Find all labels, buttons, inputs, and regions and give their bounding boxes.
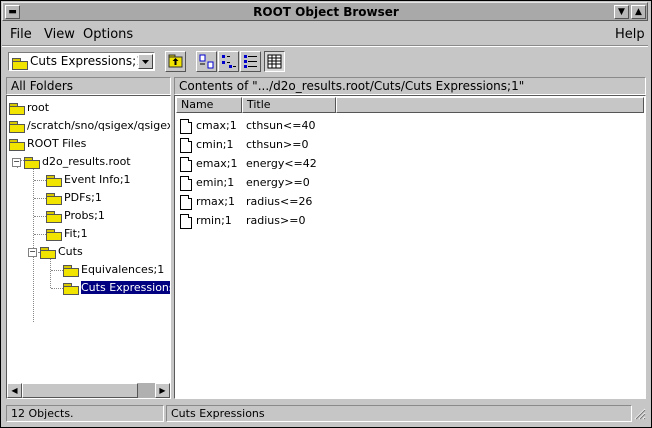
menu-options[interactable]: Options (83, 27, 133, 42)
tree-line (34, 216, 46, 217)
small-icons-icon (222, 55, 236, 68)
scroll-right-button[interactable]: ▶ (155, 383, 170, 398)
list-item[interactable]: emin;1 energy>=0 (180, 173, 310, 192)
tree-item-root-files[interactable]: ROOT Files (9, 135, 86, 153)
folder-icon (46, 210, 62, 223)
folder-icon (24, 156, 40, 169)
status-selection: Cuts Expressions (166, 405, 632, 422)
folder-up-icon (168, 54, 183, 68)
tree-item-event-info[interactable]: Event Info;1 (46, 171, 131, 189)
parent-folder-button[interactable] (165, 51, 186, 72)
list-item[interactable]: rmax;1 radius<=26 (180, 192, 312, 211)
menu-separator (2, 45, 648, 47)
tree-item-scratch[interactable]: /scratch/sno/qsigex/qsigex_nev (9, 117, 170, 135)
folder-icon (46, 228, 62, 241)
column-header-filler (336, 97, 644, 113)
tree-item-pdfs[interactable]: PDFs;1 (46, 189, 102, 207)
all-folders-label: All Folders (6, 77, 171, 95)
menu-view[interactable]: View (44, 27, 75, 42)
menu-help[interactable]: Help (615, 27, 645, 42)
tree-line (34, 234, 46, 235)
tree-line (50, 258, 51, 288)
folder-icon (9, 102, 25, 115)
combo-dropdown-button[interactable] (138, 54, 153, 69)
document-icon (180, 118, 192, 134)
folder-tree[interactable]: root /scratch/sno/qsigex/qsigex_nev ROOT… (6, 95, 171, 399)
minimize-button[interactable]: ▼ (614, 5, 629, 19)
document-icon (180, 194, 192, 210)
tree-item-probs[interactable]: Probs;1 (46, 207, 105, 225)
details-view-icon (267, 54, 282, 69)
resize-grip-icon[interactable] (633, 407, 646, 420)
folder-icon (46, 192, 62, 205)
contents-label: Contents of ".../d2o_results.root/Cuts/C… (174, 77, 646, 95)
tree-item-d2o-results[interactable]: − d2o_results.root (12, 153, 131, 171)
tree-line (34, 198, 46, 199)
folder-icon (9, 138, 25, 151)
collapse-icon[interactable]: − (12, 157, 21, 167)
tree-line (51, 270, 63, 271)
scroll-left-button[interactable]: ◀ (7, 383, 22, 398)
folder-icon (46, 174, 62, 187)
large-icons-icon (199, 54, 214, 69)
list-item[interactable]: rmin;1 radius>=0 (180, 211, 305, 230)
menu-file[interactable]: File (10, 27, 32, 42)
tree-item-equivalences[interactable]: Equivalences;1 (63, 261, 164, 279)
list-view-icon (244, 55, 257, 68)
list-item[interactable]: cmax;1 cthsun<=40 (180, 116, 315, 135)
chevron-down-icon (142, 60, 149, 64)
window-title: ROOT Object Browser (253, 5, 399, 19)
status-object-count: 12 Objects. (6, 405, 164, 422)
tree-item-root[interactable]: root (9, 99, 49, 117)
list-view-button[interactable] (240, 51, 261, 72)
list-item[interactable]: cmin;1 cthsun>=0 (180, 135, 308, 154)
tree-item-cuts-expressions[interactable]: Cuts Expressions (63, 279, 170, 297)
scroll-thumb[interactable] (22, 383, 138, 398)
folder-icon (40, 246, 56, 259)
window-menu-button[interactable]: ▬ (5, 5, 20, 19)
folder-icon (63, 264, 79, 277)
tree-item-fit[interactable]: Fit;1 (46, 225, 88, 243)
maximize-button[interactable]: ▲ (631, 5, 646, 19)
location-combo[interactable]: Cuts Expressions;1 (8, 52, 155, 71)
title-bar[interactable]: ROOT Object Browser ▬ ▼ ▲ (2, 2, 648, 21)
column-header-title[interactable]: Title (242, 97, 336, 113)
tree-horizontal-scrollbar[interactable]: ◀ ▶ (7, 383, 170, 398)
tree-line (51, 288, 63, 289)
tree-item-cuts[interactable]: − Cuts (28, 243, 83, 261)
document-icon (180, 213, 192, 229)
document-icon (180, 175, 192, 191)
tree-line (34, 180, 46, 181)
column-header-name[interactable]: Name (176, 97, 242, 113)
details-view-button[interactable] (264, 51, 285, 72)
large-icons-button[interactable] (196, 51, 217, 72)
contents-list[interactable]: Name Title cmax;1 cthsun<=40 cmin;1 cthsun… (174, 95, 646, 399)
folder-icon (9, 120, 25, 133)
document-icon (180, 137, 192, 153)
location-value: Cuts Expressions;1 (30, 54, 144, 68)
document-icon (180, 156, 192, 172)
list-item[interactable]: emax;1 energy<=42 (180, 154, 317, 173)
small-icons-button[interactable] (218, 51, 239, 72)
collapse-icon[interactable]: − (28, 247, 37, 257)
folder-icon (12, 58, 28, 70)
open-folder-icon (63, 282, 79, 295)
